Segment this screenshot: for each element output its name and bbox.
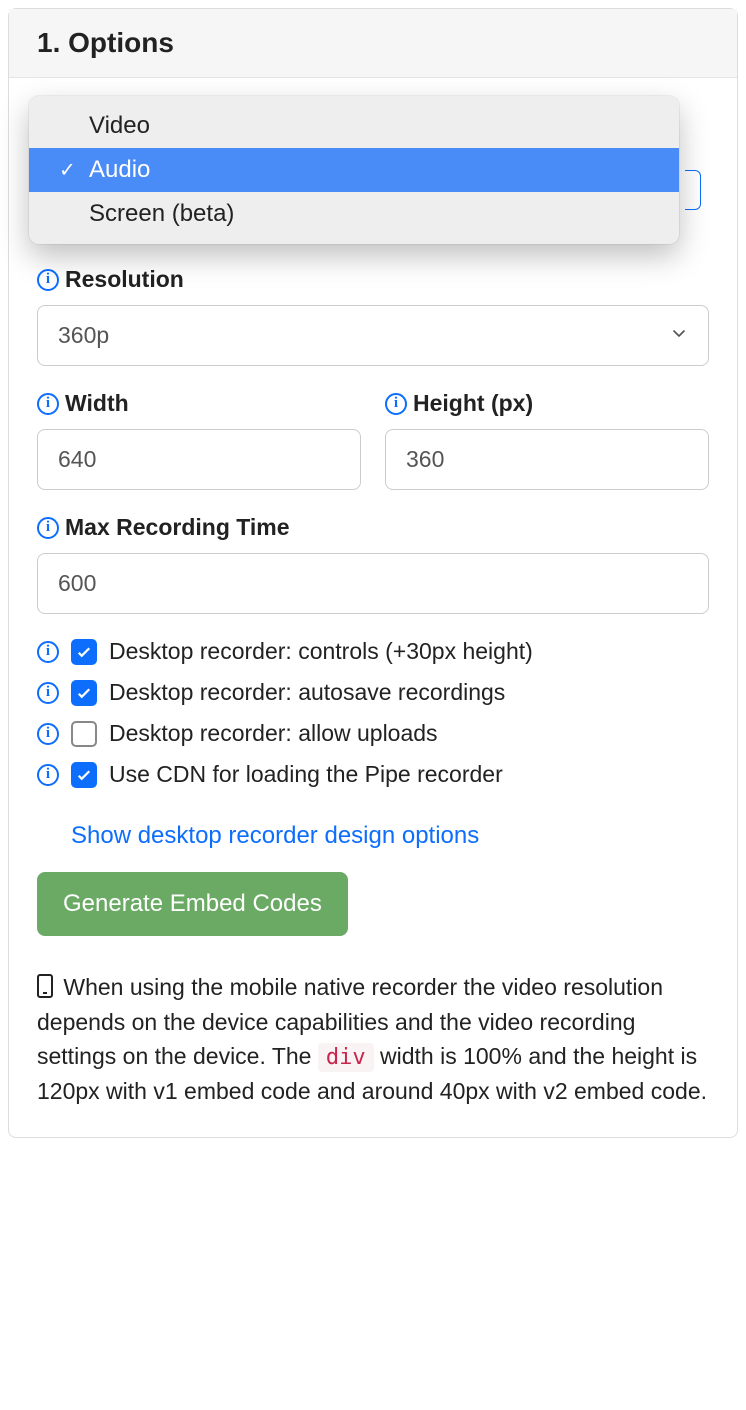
resolution-field: Resolution 360p (37, 266, 709, 366)
generate-embed-button[interactable]: Generate Embed Codes (37, 872, 348, 936)
max-time-label: Max Recording Time (65, 514, 290, 541)
panel-title: 1. Options (37, 27, 709, 59)
info-icon[interactable] (385, 393, 407, 415)
info-icon[interactable] (37, 682, 59, 704)
panel-header: 1. Options (9, 9, 737, 78)
width-label: Width (65, 390, 129, 417)
checkbox-row-autosave: Desktop recorder: autosave recordings (37, 679, 709, 706)
checkbox-row-cdn: Use CDN for loading the Pipe recorder (37, 761, 709, 788)
dropdown-option-video[interactable]: Video (29, 104, 679, 148)
checkbox-row-uploads: Desktop recorder: allow uploads (37, 720, 709, 747)
mobile-icon (37, 974, 53, 998)
info-icon[interactable] (37, 393, 59, 415)
info-icon[interactable] (37, 517, 59, 539)
info-icon[interactable] (37, 641, 59, 663)
show-design-options-link[interactable]: Show desktop recorder design options (37, 822, 479, 850)
checkbox-label: Desktop recorder: controls (+30px height… (109, 638, 533, 665)
width-input[interactable] (37, 429, 361, 490)
checkbox-controls[interactable] (71, 639, 97, 665)
recording-type-dropdown[interactable]: Video ✓ Audio Screen (beta) (29, 96, 679, 244)
dropdown-option-audio[interactable]: ✓ Audio (29, 148, 679, 192)
max-time-field: Max Recording Time (37, 514, 709, 614)
resolution-select[interactable]: 360p (37, 305, 709, 366)
checkbox-autosave[interactable] (71, 680, 97, 706)
checkbox-label: Desktop recorder: allow uploads (109, 720, 438, 747)
checkbox-label: Use CDN for loading the Pipe recorder (109, 761, 503, 788)
select-edge-behind-dropdown (685, 170, 701, 210)
height-label: Height (px) (413, 390, 533, 417)
max-time-input[interactable] (37, 553, 709, 614)
check-icon: ✓ (59, 158, 76, 183)
checkbox-list: Desktop recorder: controls (+30px height… (37, 638, 709, 788)
width-field: Width (37, 390, 361, 490)
checkbox-uploads[interactable] (71, 721, 97, 747)
note-code: div (318, 1043, 374, 1072)
height-input[interactable] (385, 429, 709, 490)
height-field: Height (px) (385, 390, 709, 490)
checkbox-label: Desktop recorder: autosave recordings (109, 679, 505, 706)
checkbox-cdn[interactable] (71, 762, 97, 788)
resolution-label: Resolution (65, 266, 184, 293)
mobile-note: When using the mobile native recorder th… (37, 970, 709, 1109)
checkbox-row-controls: Desktop recorder: controls (+30px height… (37, 638, 709, 665)
info-icon[interactable] (37, 723, 59, 745)
info-icon[interactable] (37, 764, 59, 786)
resolution-value: 360p (37, 305, 709, 366)
dropdown-option-screen[interactable]: Screen (beta) (29, 192, 679, 236)
options-panel: 1. Options Video ✓ Audio Screen (beta) R… (8, 8, 738, 1138)
info-icon[interactable] (37, 269, 59, 291)
panel-body: Video ✓ Audio Screen (beta) Resolution 3… (9, 78, 737, 1137)
